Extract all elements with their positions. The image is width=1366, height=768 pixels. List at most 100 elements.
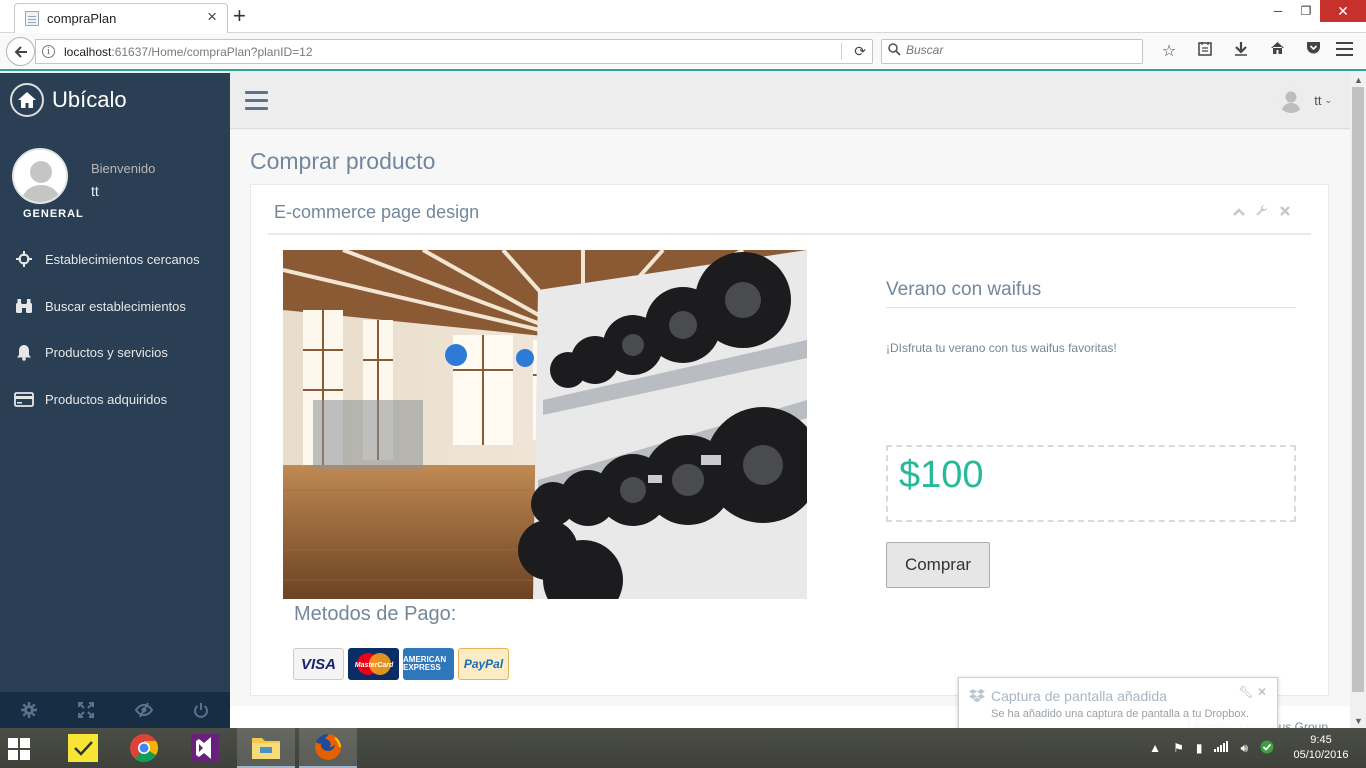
show-hidden-icons-icon[interactable]: ▲ — [1149, 741, 1161, 755]
page-title: Comprar producto — [250, 148, 436, 174]
side-menu: Establecimientos cercanos Buscar estable… — [0, 236, 230, 423]
avatar — [12, 148, 68, 204]
eye-slash-icon[interactable] — [115, 692, 173, 728]
user-role: GENERAL — [23, 208, 84, 220]
menu-toggle-icon[interactable] — [245, 91, 268, 115]
url-text: localhost:61637/Home/compraPlan?planID=1… — [64, 45, 313, 59]
price-box: $100 — [886, 445, 1296, 522]
buy-button[interactable]: Comprar — [886, 542, 990, 588]
divider — [268, 233, 1311, 235]
sidebar-item-label: Buscar establecimientos — [45, 298, 186, 314]
hamburger-menu-icon[interactable] — [1336, 42, 1353, 60]
scrollbar-thumb[interactable] — [1352, 87, 1364, 692]
download-icon[interactable] — [1223, 41, 1259, 61]
wrench-icon[interactable] — [1250, 204, 1273, 220]
page-icon — [25, 11, 39, 26]
visual-studio-app-icon[interactable] — [176, 728, 234, 768]
scroll-down-icon[interactable]: ▼ — [1354, 716, 1363, 726]
volume-icon[interactable]: 🔊︎ — [1240, 741, 1248, 756]
panel-tools — [1227, 204, 1296, 220]
chevron-down-icon: ⌄ — [1324, 94, 1332, 105]
back-button[interactable] — [6, 37, 35, 66]
browser-titlebar: compraPlan × + ─ ❐ ✕ — [0, 0, 1366, 33]
system-tray: ▲ ⚑ ▮ 🔊︎ 9:45 05/10/2016 — [1149, 728, 1366, 768]
minimize-button[interactable]: ─ — [1264, 0, 1292, 22]
power-icon[interactable] — [173, 692, 231, 728]
brand[interactable]: Ubícalo — [10, 83, 127, 117]
bell-icon — [14, 344, 34, 362]
fullscreen-icon[interactable] — [58, 692, 116, 728]
mastercard-text: MasterCard — [354, 662, 393, 669]
browser-tab[interactable]: compraPlan × — [14, 3, 228, 33]
url-separator — [841, 43, 842, 60]
crosshair-icon — [14, 251, 34, 268]
restore-button[interactable]: ❐ — [1292, 0, 1320, 22]
notification-body: Se ha añadido una captura de pantalla a … — [991, 708, 1250, 720]
close-icon[interactable]: ✕ — [1257, 685, 1267, 699]
reading-list-icon[interactable] — [1187, 41, 1223, 61]
sidebar-item-label: Establecimientos cercanos — [45, 251, 200, 267]
browser-toolbar: ☆ — [1151, 41, 1331, 61]
product-name: Verano con waifus — [886, 279, 1042, 300]
paypal-logo: PayPal — [458, 648, 509, 680]
close-window-button[interactable]: ✕ — [1320, 0, 1366, 22]
sidebar: Ubícalo GENERAL Bienvenido tt Establecim… — [0, 73, 230, 728]
dropbox-icon — [969, 688, 985, 705]
visa-logo: VISA — [293, 648, 344, 680]
sticky-notes-app-icon[interactable] — [54, 728, 112, 768]
network-signal-icon[interactable] — [1214, 741, 1229, 755]
close-icon[interactable] — [1273, 204, 1296, 220]
sidebar-item-buscar-establecimientos[interactable]: Buscar establecimientos — [0, 283, 230, 330]
sidebar-item-label: Productos adquiridos — [45, 391, 168, 407]
collapse-icon[interactable] — [1227, 204, 1250, 220]
sidebar-item-productos-servicios[interactable]: Productos y servicios — [0, 329, 230, 376]
clock-date: 05/10/2016 — [1293, 749, 1349, 761]
sidebar-item-label: Productos y servicios — [45, 345, 168, 361]
reload-icon[interactable]: ⟳ — [854, 43, 866, 60]
wrench-icon[interactable]: 🔧︎ — [1238, 685, 1253, 699]
brand-name: Ubícalo — [52, 87, 127, 112]
payment-logos: VISA MasterCard AMERICAN EXPRESS PayPal — [293, 648, 513, 680]
taskbar: ▲ ⚑ ▮ 🔊︎ 9:45 05/10/2016 — [0, 728, 1366, 768]
chrome-app-icon[interactable] — [115, 728, 173, 768]
clock[interactable]: 9:45 05/10/2016 — [1286, 733, 1356, 763]
bookmark-star-icon[interactable]: ☆ — [1151, 41, 1187, 61]
product-description: ¡DIsfruta tu verano con tus waifus favor… — [886, 341, 1117, 355]
search-input[interactable] — [906, 43, 1136, 57]
scroll-up-icon[interactable]: ▲ — [1354, 75, 1363, 85]
url-bar[interactable]: i localhost:61637/Home/compraPlan?planID… — [35, 39, 873, 64]
sidebar-footer — [0, 692, 230, 728]
tab-title: compraPlan — [47, 11, 117, 26]
new-tab-button[interactable]: + — [233, 3, 246, 29]
firefox-app-icon[interactable] — [299, 728, 357, 768]
payment-title: Metodos de Pago: — [294, 603, 457, 625]
sidebar-item-establecimientos-cercanos[interactable]: Establecimientos cercanos — [0, 236, 230, 283]
credit-card-icon — [14, 392, 34, 407]
clock-time: 9:45 — [1310, 734, 1332, 746]
sidebar-item-productos-adquiridos[interactable]: Productos adquiridos — [0, 376, 230, 423]
dropbox-sync-icon[interactable] — [1260, 740, 1274, 757]
main-content: Comprar producto E-commerce page design — [230, 130, 1350, 728]
user-menu[interactable]: tt ⌄ — [1278, 87, 1332, 113]
scrollbar[interactable]: ▲ ▼ — [1350, 73, 1366, 728]
battery-icon[interactable]: ▮ — [1196, 741, 1203, 755]
file-explorer-app-icon[interactable] — [237, 728, 295, 768]
avatar — [1278, 87, 1305, 113]
search-bar[interactable] — [881, 39, 1143, 64]
top-nav: tt ⌄ — [230, 73, 1350, 129]
notification-toast[interactable]: Captura de pantalla añadida Se ha añadid… — [958, 677, 1278, 729]
windows-start-icon[interactable] — [8, 738, 30, 760]
info-icon[interactable]: i — [42, 45, 55, 58]
home-icon[interactable] — [1259, 41, 1295, 61]
mastercard-logo: MasterCard — [348, 648, 399, 680]
user-name: tt — [1314, 92, 1322, 108]
url-path: :61637/Home/compraPlan?planID=12 — [111, 45, 313, 59]
gear-icon[interactable] — [0, 692, 58, 728]
welcome-text: Bienvenido — [91, 161, 156, 176]
amex-logo: AMERICAN EXPRESS — [403, 648, 454, 680]
window-controls: ─ ❐ ✕ — [1264, 0, 1366, 22]
pocket-icon[interactable] — [1295, 41, 1331, 61]
product-panel: E-commerce page design Metodos de Pago: … — [250, 184, 1329, 696]
close-tab-icon[interactable]: × — [207, 8, 217, 26]
action-center-flag-icon[interactable]: ⚑ — [1173, 741, 1184, 755]
